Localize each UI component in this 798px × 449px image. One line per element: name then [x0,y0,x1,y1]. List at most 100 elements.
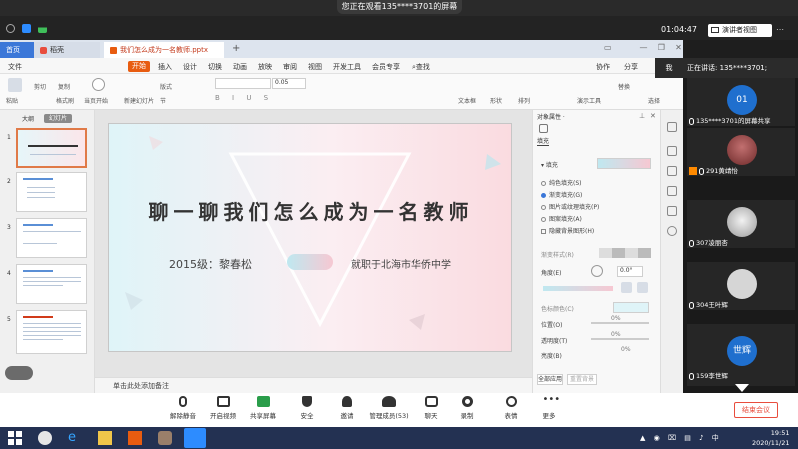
tab-document[interactable]: 我们怎么成为一名教师.pptx [104,42,224,58]
copy-button[interactable]: 复制 [58,82,70,91]
window-controls[interactable]: ▭ — ❐ ✕ [604,43,682,52]
shape-button[interactable]: 形状 [490,96,502,105]
ribbon-tab-animation[interactable]: 动画 [233,62,247,72]
photo-app-icon[interactable] [158,431,172,445]
security-button[interactable]: 安全 [290,396,324,420]
minimize-icon[interactable]: — [640,43,648,52]
replace-button[interactable]: 替换 [618,82,630,91]
shapes-icon[interactable] [667,206,677,216]
slide-thumbnail[interactable] [16,264,87,304]
slide-thumbnail[interactable] [16,128,87,168]
angle-dial[interactable] [591,265,603,277]
share-button[interactable]: 分享 [624,62,638,72]
font-style-buttons[interactable]: B I U S [215,94,273,102]
tab-daoke[interactable]: 稻壳 [34,42,100,58]
add-stop-icon[interactable] [621,282,632,293]
file-explorer-icon[interactable] [98,431,112,445]
start-menu-icon[interactable] [8,431,22,445]
invite-button[interactable]: 邀请 [330,396,364,420]
tab-outline[interactable]: 大纲 [22,114,42,123]
ribbon-tab-member[interactable]: 会员专享 [372,62,400,72]
slide-subtitle-work[interactable]: 就职于北海市华侨中学 [351,256,451,271]
textbox-button[interactable]: 文本框 [458,96,476,105]
cut-button[interactable]: 剪切 [34,82,46,91]
hide-background-checkbox[interactable]: 隐藏背景图形(H) [541,226,594,235]
participant-tile[interactable]: 01 135****3701的屏幕共享 [687,78,795,126]
layout-button[interactable]: 版式 [160,82,172,91]
paste-icon[interactable] [8,78,22,92]
arrange-button[interactable]: 排列 [518,96,530,105]
font-size-select[interactable]: 0.05 [272,78,306,89]
ribbon-tab-transition[interactable]: 切换 [208,62,222,72]
ribbon-tab-design[interactable]: 设计 [183,62,197,72]
wps-presentation-icon[interactable] [128,431,142,445]
info-icon[interactable] [6,24,15,33]
font-name-select[interactable] [215,78,271,89]
gradient-bar[interactable] [543,286,613,291]
position-slider[interactable] [591,322,649,324]
start-video-button[interactable]: 开启视频 [206,396,240,420]
new-slide-button[interactable]: 新建幻灯片 [124,96,154,105]
angle-input[interactable]: 0.0° [617,266,643,277]
more-menu-icon[interactable]: ⋯ [776,25,784,34]
ribbon-tab-insert[interactable]: 插入 [158,62,172,72]
slide-canvas[interactable]: 聊一聊我们怎么成为一名教师 2015级：黎春松 就职于北海市华侨中学 [108,123,512,352]
new-tab-button[interactable]: + [232,43,240,54]
format-painter-button[interactable]: 格式刷 [56,96,74,105]
slide-pill-shape[interactable] [287,254,333,270]
slide-thumbnail[interactable] [16,172,87,212]
color-stop-select[interactable] [613,302,649,313]
gradient-style-picker[interactable] [599,248,651,258]
fill-bucket-icon[interactable] [539,124,548,133]
fill-tab[interactable]: 填充 [537,136,550,146]
tab-home[interactable]: 首页 [0,42,34,58]
reactions-button[interactable]: 表情 [494,396,528,420]
scroll-down-icon[interactable] [735,384,749,392]
notes-pane[interactable]: 单击此处添加备注 [95,377,532,393]
ribbon-tab-start[interactable]: 开始 [128,61,150,72]
slide-thumbnail[interactable] [16,310,87,354]
search-box[interactable]: ⌕查找 [412,62,430,72]
slide-subtitle-class[interactable]: 2015级：黎春松 [169,256,252,272]
slide-title[interactable]: 聊一聊我们怎么成为一名教师 [109,196,511,225]
properties-icon[interactable] [667,122,677,132]
ime-indicator[interactable]: 中 [712,434,722,442]
select-button[interactable]: 选择 [648,96,660,105]
participant-tile[interactable]: 304王叶辉 [687,262,795,310]
ribbon-tab-view[interactable]: 视图 [308,62,322,72]
ribbon-tab-review[interactable]: 审阅 [283,62,297,72]
format-icon[interactable] [667,146,677,156]
speaker-view-button[interactable]: 演讲者视图 [708,24,772,37]
fill-color-select[interactable] [597,158,651,169]
participant-tile[interactable]: 307凌丽杏 [687,200,795,248]
viewing-status[interactable]: 您正在观看135****3701的屏幕 ⌄ [337,0,462,25]
transparency-slider[interactable] [591,338,649,340]
radio-pattern-fill[interactable]: 图案填充(A) [541,214,582,223]
fill-section-header[interactable]: ▾ 填充 [541,160,558,169]
end-meeting-button[interactable]: 结束会议 [734,402,778,418]
ribbon-tab-file[interactable]: 文件 [8,62,22,72]
unmute-button[interactable]: 解除静音 [166,396,200,420]
collab-button[interactable]: 协作 [596,62,610,72]
apply-all-button[interactable]: 全部应用 [537,374,563,385]
from-current-button[interactable]: 当页开始 [84,96,108,105]
baidu-netdisk-icon[interactable] [38,431,52,445]
participant-tile[interactable]: 世辉 159李世辉 [687,324,795,386]
shield-icon[interactable] [22,24,31,33]
animation-icon[interactable] [667,166,677,176]
close-icon[interactable]: ✕ [650,112,656,120]
window-layout-icon[interactable]: ▭ [604,43,612,52]
share-screen-button[interactable]: 共享屏幕 [246,396,280,420]
play-icon[interactable] [92,78,105,91]
close-icon[interactable]: ✕ [675,43,682,52]
help-icon[interactable] [667,226,677,236]
radio-gradient-fill[interactable]: 渐变填充(G) [541,190,582,199]
tab-slides[interactable]: 幻灯片 [44,114,72,123]
more-button[interactable]: ••• 更多 [532,395,566,421]
reset-background-button[interactable]: 重置背景 [567,374,597,385]
delete-stop-icon[interactable] [637,282,648,293]
slide-thumbnail[interactable] [16,218,87,258]
paste-button[interactable]: 粘贴 [6,96,18,105]
zoom-app-icon[interactable] [184,428,206,448]
pin-icon[interactable]: ⊥ [639,112,645,120]
